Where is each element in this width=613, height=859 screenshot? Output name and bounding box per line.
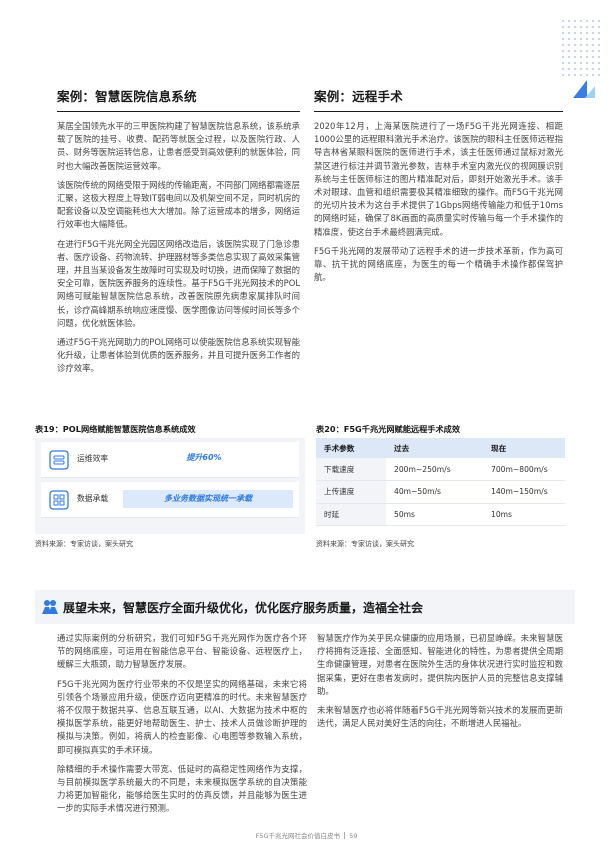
table-row: 时延 50ms 10ms xyxy=(316,503,565,526)
table-cell: 上传速度 xyxy=(316,480,386,504)
page-footer: F5G千兆光网社会价值白皮书 59 xyxy=(0,830,613,840)
row-value: 提升60% xyxy=(186,453,222,462)
table-row: 运维效率 提升60% xyxy=(41,442,299,478)
table-row: 上传速度 40m~50m/s 140m~150m/s xyxy=(316,480,565,504)
case-paragraph: 在进行F5G千兆光网全光园区网络改造后，该医院实现了门急诊患者、医疗设备、药物流… xyxy=(57,238,300,328)
outlook-paragraph: 未来智慧医疗也必将伴随着F5G千兆光网等新兴技术的发展而更新迭代，满足人民对美好… xyxy=(317,705,563,729)
case-paragraph: 2020年12月，上海某医院进行了一场F5G千兆光网连接、相距1000公里的远程… xyxy=(314,121,563,237)
case-paragraph: 该医院传统的网络受限于网线的传输距离，不同部门网络都需逐层汇聚，这极大程度上导致… xyxy=(57,179,300,230)
case-remote-surgery: 案例：远程手术 2020年12月，上海某医院进行了一场F5G千兆光网连接、相距1… xyxy=(314,86,563,290)
page-number: 59 xyxy=(349,832,358,840)
row-label: 运维效率 xyxy=(77,454,109,463)
table-cell: 700m~800m/s xyxy=(483,458,565,481)
case-title: 案例：远程手术 xyxy=(314,86,563,112)
outlook-paragraph: F5G千兆光网为医疗行业带来的不仅是坚实的网络基础，未来它将引领各个场景应用升级… xyxy=(57,678,307,755)
case-paragraph: 通过F5G千兆光网助力的POL网络可以使能医院信息系统实现智能化升级，让患者体验… xyxy=(57,337,300,374)
table-header-row: 手术参数 过去 现在 xyxy=(316,438,565,458)
database-icon xyxy=(49,450,69,470)
grid-icon xyxy=(49,490,69,510)
table20: 手术参数 过去 现在 下载速度 200m~250m/s 700m~800m/s … xyxy=(316,438,565,526)
table19-title: 表19：POL网络赋能智慧医院信息系统成效 xyxy=(35,424,196,434)
section-title: 展望未来，智慧医疗全面升级优化，优化医疗服务质量，造福全社会 xyxy=(63,601,424,615)
table-cell: 40m~50m/s xyxy=(386,480,483,504)
outlook-right-column: 智慧医疗作为关乎民众健康的应用场景，已初显峥嵘。未来智慧医疗将拥有泛连接、全面感… xyxy=(317,632,563,736)
outlook-paragraph: 除精细的手术操作需要大带宽、低延时的高稳定性网络作为支撑，与目前模拟医学系统最大… xyxy=(57,763,307,814)
table-cell: 200m~250m/s xyxy=(386,458,483,481)
column-header: 过去 xyxy=(386,438,483,458)
column-header: 现在 xyxy=(483,438,565,458)
table-row: 数据承载 多业务数据实现统一承载 xyxy=(41,482,299,518)
decorative-dots xyxy=(560,18,600,78)
table-cell: 50ms xyxy=(386,503,483,526)
outlook-paragraph: 通过实际案例的分析研究，我们可知F5G千兆光网作为医疗各个环节的网络底座，可运用… xyxy=(57,633,307,670)
table-row: 下载速度 200m~250m/s 700m~800m/s xyxy=(316,458,565,481)
table19: 运维效率 提升60% 数据承载 多业务数据实现统一承载 xyxy=(35,438,305,534)
table20-source: 资料来源：专家访谈，案头研究 xyxy=(316,540,414,548)
footer-doc-title: F5G千兆光网社会价值白皮书 xyxy=(255,832,341,840)
row-value: 多业务数据实现统一承载 xyxy=(123,490,293,508)
section-header: 展望未来，智慧医疗全面升级优化，优化医疗服务质量，造福全社会 xyxy=(35,590,575,624)
table20-title: 表20：F5G千兆光网赋能远程手术成效 xyxy=(316,424,461,434)
outlook-left-column: 通过实际案例的分析研究，我们可知F5G千兆光网作为医疗各个环节的网络底座，可运用… xyxy=(57,632,307,822)
decorative-triangle-small xyxy=(585,86,595,98)
people-icon xyxy=(42,600,58,614)
outlook-paragraph: 智慧医疗作为关乎民众健康的应用场景，已初显峥嵘。未来智慧医疗将拥有泛连接、全面感… xyxy=(317,633,563,696)
footer-separator xyxy=(344,832,346,839)
case-hospital-info-system: 案例：智慧医院信息系统 某居全国领先水平的三甲医院构建了智慧医院信息系统，该系统… xyxy=(57,86,300,382)
case-paragraph: F5G千兆光网的发展带动了远程手术的进一步技术革新，作为高可靠、抗干扰的网络底座… xyxy=(314,245,563,283)
case-paragraph: 某居全国领先水平的三甲医院构建了智慧医院信息系统，该系统承载了医院的挂号、收费、… xyxy=(57,121,300,171)
table-cell: 10ms xyxy=(483,503,565,526)
table-cell: 时延 xyxy=(316,503,386,526)
column-header: 手术参数 xyxy=(316,438,386,458)
case-title: 案例：智慧医院信息系统 xyxy=(57,86,300,112)
row-label: 数据承载 xyxy=(77,494,109,503)
table19-source: 资料来源：专家访谈，案头研究 xyxy=(35,540,133,548)
table-cell: 下载速度 xyxy=(316,458,386,481)
table-cell: 140m~150m/s xyxy=(483,480,565,504)
